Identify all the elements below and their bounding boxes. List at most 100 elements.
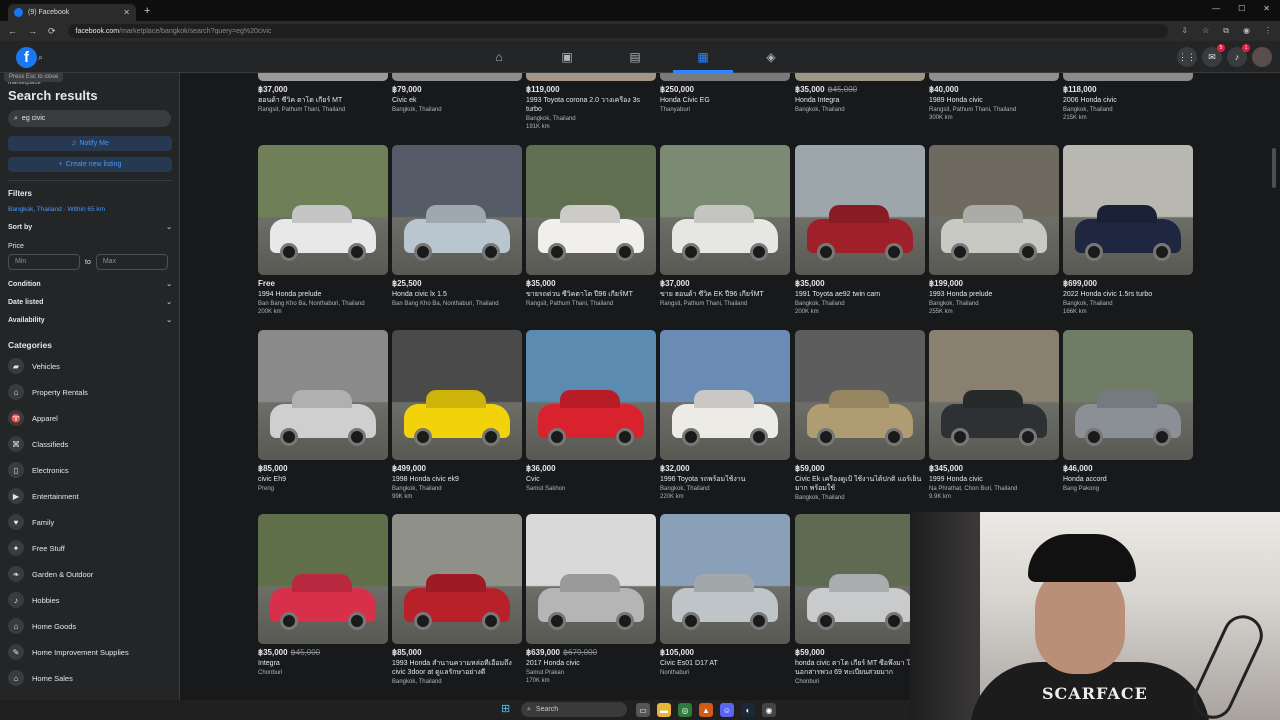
listing-card[interactable]: ฿35,000 ฿45,000 Integra Chonburi	[258, 514, 388, 676]
maximize-icon[interactable]: ☐	[1238, 4, 1245, 13]
extensions-icon[interactable]: ⧉	[1223, 26, 1229, 36]
browser-tab[interactable]: (9) Facebook ✕	[8, 4, 136, 21]
category-item[interactable]: ♈ Apparel	[8, 405, 171, 431]
category-item[interactable]: ⌂ Home Goods	[8, 613, 171, 639]
listing-photo[interactable]	[258, 73, 388, 81]
category-item[interactable]: ▯ Electronics	[8, 457, 171, 483]
back-icon[interactable]: ←	[8, 26, 17, 37]
listing-card[interactable]: ฿59,000 honda civic ตาโต เกียร์ MT ซื้อพึ…	[795, 514, 925, 685]
condition-dropdown[interactable]: Condition ⌄	[8, 280, 172, 289]
listing-photo[interactable]	[526, 145, 656, 275]
create-listing-button[interactable]: + Create new listing	[8, 157, 172, 172]
listing-card[interactable]: ฿699,000 2022 Honda civic 1.5rs turbo Bang…	[1063, 145, 1193, 315]
listing-photo[interactable]	[795, 330, 925, 460]
menu-dots-icon[interactable]: ⋮	[1264, 26, 1272, 36]
forward-icon[interactable]: →	[28, 26, 37, 37]
listing-photo[interactable]	[258, 145, 388, 275]
listing-title[interactable]: Civic Es01 D17 AT	[660, 659, 790, 668]
app-icon[interactable]: ▲	[699, 703, 713, 717]
windows-start-icon[interactable]: ⊞	[501, 703, 513, 715]
listing-photo[interactable]	[660, 73, 790, 81]
task-view-icon[interactable]: ▭	[636, 703, 650, 717]
listing-photo[interactable]	[660, 514, 790, 644]
listing-title[interactable]: 1998 Honda civic ek9	[392, 475, 522, 484]
listing-card[interactable]: ฿499,000 1998 Honda civic ek9 Bangkok, Tha…	[392, 330, 522, 500]
max-price-input[interactable]: Max	[95, 254, 168, 270]
listing-title[interactable]: Civic ek	[392, 96, 522, 105]
category-item[interactable]: ✎ Home Improvement Supplies	[8, 639, 171, 665]
listing-card[interactable]: ฿32,000 1996 Toyota รถพร้อมใช้งาน Bangkok,…	[660, 330, 790, 500]
taskbar-search[interactable]: ⌕ Search	[521, 702, 627, 717]
avatar[interactable]	[1252, 47, 1272, 67]
listing-card[interactable]: ฿37,000 ฮอนด้า ซีวิค ตาโต เกียร์ MT Rangsi…	[258, 73, 388, 113]
chrome-icon[interactable]: ◎	[678, 703, 692, 717]
listing-title[interactable]: Civic Ek เครื่องดูเป้ ใช้งานได้ปกติ แอร์…	[795, 475, 925, 493]
steam-icon[interactable]: ◐	[741, 703, 755, 717]
listing-title[interactable]: Cvic	[526, 475, 656, 484]
listing-card[interactable]: ฿639,000 ฿679,000 2017 Honda civic Samut Pr…	[526, 514, 656, 684]
listing-card[interactable]: ฿35,000 1991 Toyota ae92 twin cam Bangkok,…	[795, 145, 925, 315]
listing-card[interactable]: ฿345,000 1999 Honda civic Na Phrathat, Cho…	[929, 330, 1059, 500]
listing-title[interactable]: 1993 Honda prelude	[929, 290, 1059, 299]
listing-photo[interactable]	[258, 514, 388, 644]
category-item[interactable]: ▶ Entertainment	[8, 483, 171, 509]
url-input[interactable]: facebook.com/marketplace/bangkok/search?…	[67, 24, 1168, 38]
close-window-icon[interactable]: ✕	[1263, 4, 1270, 13]
listing-title[interactable]: Integra	[258, 659, 388, 668]
listing-photo[interactable]	[392, 145, 522, 275]
bell-icon[interactable]: ♪ 1	[1227, 44, 1250, 67]
min-price-input[interactable]: Min	[8, 254, 80, 270]
listing-photo[interactable]	[795, 73, 925, 81]
listing-photo[interactable]	[526, 73, 656, 81]
listing-title[interactable]: civic Eh9	[258, 475, 388, 484]
listing-photo[interactable]	[1063, 145, 1193, 275]
home-icon[interactable]: ⌂	[465, 41, 533, 73]
listing-photo[interactable]	[392, 330, 522, 460]
video-icon[interactable]: ▣	[533, 41, 601, 73]
category-item[interactable]: ⌂ Property Rentals	[8, 379, 171, 405]
marketplace-icon[interactable]: ▦	[669, 41, 737, 73]
listing-title[interactable]: 1989 Honda civic	[929, 96, 1059, 105]
listing-card[interactable]: ฿59,000 Civic Ek เครื่องดูเป้ ใช้งานได้ปก…	[795, 330, 925, 501]
listing-title[interactable]: 2022 Honda civic 1.5rs turbo	[1063, 290, 1193, 299]
calendar-icon[interactable]: ▤	[601, 41, 669, 73]
listing-card[interactable]: ฿36,000 Cvic Samut Sakhon	[526, 330, 656, 492]
listing-photo[interactable]	[660, 330, 790, 460]
listing-card[interactable]: ฿35,000 ขายรถด่วน ซีวิคตาโต ปี96 เกียร์MT…	[526, 145, 656, 307]
listing-photo[interactable]	[795, 145, 925, 275]
location-filter[interactable]: Bangkok, Thailand · Within 65 km	[8, 206, 171, 213]
listing-title[interactable]: honda civic ตาโต เกียร์ MT ซื้อพึ่งมา ใช…	[795, 659, 925, 677]
category-item[interactable]: ▰ Vehicles	[8, 353, 171, 379]
listing-title[interactable]: ฮอนด้า ซีวิค ตาโต เกียร์ MT	[258, 96, 388, 105]
obs-icon[interactable]: ◉	[762, 703, 776, 717]
listing-card[interactable]: ฿40,000 1989 Honda civic Rangsit, Pathum T…	[929, 73, 1059, 121]
listing-photo[interactable]	[929, 330, 1059, 460]
profile-icon[interactable]: ◉	[1243, 26, 1250, 36]
listing-title[interactable]: 1993 Honda สำนานความหล่อที่เอื้อมถึง civ…	[392, 659, 522, 677]
listing-title[interactable]: 1994 Honda prelude	[258, 290, 388, 299]
date-listed-dropdown[interactable]: Date listed ⌄	[8, 298, 172, 307]
listing-title[interactable]: 1999 Honda civic	[929, 475, 1059, 484]
bookmark-star-icon[interactable]: ☆	[1202, 26, 1209, 36]
listing-photo[interactable]	[795, 514, 925, 644]
category-item[interactable]: ✦ Free Stuff	[8, 535, 171, 561]
listing-photo[interactable]	[392, 514, 522, 644]
sort-by-dropdown[interactable]: Sort by ⌄	[8, 223, 172, 232]
listing-title[interactable]: 2017 Honda civic	[526, 659, 656, 668]
listing-photo[interactable]	[258, 330, 388, 460]
listing-card[interactable]: ฿25,500 Honda civic lx 1.5 Ban Bang Kho Ba…	[392, 145, 522, 307]
new-tab-icon[interactable]: +	[144, 5, 150, 17]
listing-title[interactable]: ขาย ฮอนด้า ซีวิค EK ปี96 เกียร์MT	[660, 290, 790, 299]
listing-title[interactable]: 1993 Toyota corona 2.0 วางเครื่อง 3s tur…	[526, 96, 656, 114]
listing-photo[interactable]	[392, 73, 522, 81]
listing-card[interactable]: ฿250,000 Honda Civic EG Thanyaburi	[660, 73, 790, 113]
listing-photo[interactable]	[526, 514, 656, 644]
listing-card[interactable]: ฿105,000 Civic Es01 D17 AT Nonthaburi	[660, 514, 790, 676]
reload-icon[interactable]: ⟳	[48, 26, 56, 37]
listing-photo[interactable]	[929, 73, 1059, 81]
search-input[interactable]: ⌕ eg civic	[8, 110, 171, 127]
facebook-logo-icon[interactable]: f	[16, 47, 37, 68]
close-tab-icon[interactable]: ✕	[123, 8, 130, 17]
category-item[interactable]: ♪ Hobbies	[8, 587, 171, 613]
discord-icon[interactable]: ☺	[720, 703, 734, 717]
